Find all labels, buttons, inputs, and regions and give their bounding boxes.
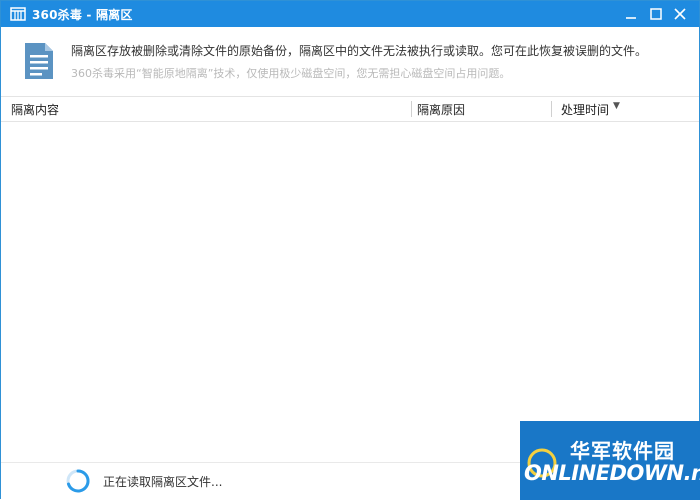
column-divider[interactable] bbox=[411, 101, 412, 117]
info-description: 隔离区存放被删除或清除文件的原始备份，隔离区中的文件无法被执行或读取。您可在此恢… bbox=[71, 44, 648, 58]
quarantine-list[interactable] bbox=[1, 122, 699, 462]
quarantine-window: 360杀毒 - 隔离区 隔离区存放被删除或清除文件的原始备份，隔离区中的文件无法… bbox=[0, 0, 700, 500]
close-icon[interactable] bbox=[671, 5, 689, 23]
window-title: 360杀毒 - 隔离区 bbox=[32, 8, 133, 22]
quarantine-box-icon bbox=[10, 7, 26, 21]
loading-spinner-icon bbox=[66, 469, 90, 493]
column-header-reason[interactable]: 隔离原因 bbox=[417, 101, 465, 118]
table-header: 隔离内容 隔离原因 处理时间 ▼ bbox=[1, 96, 699, 122]
watermark-en-text: ONLINEDOWN.net bbox=[524, 461, 700, 485]
title-bar[interactable]: 360杀毒 - 隔离区 bbox=[1, 1, 699, 27]
column-divider[interactable] bbox=[551, 101, 552, 117]
info-note: 360杀毒采用“智能原地隔离”技术，仅使用极少磁盘空间，您无需担心磁盘空间占用问… bbox=[71, 67, 511, 80]
status-text: 正在读取隔离区文件... bbox=[103, 475, 223, 489]
minimize-icon[interactable] bbox=[622, 5, 640, 23]
watermark-logo: 华军软件园 ONLINEDOWN.net bbox=[520, 421, 700, 500]
info-panel: 隔离区存放被删除或清除文件的原始备份，隔离区中的文件无法被执行或读取。您可在此恢… bbox=[1, 27, 699, 95]
column-header-content[interactable]: 隔离内容 bbox=[11, 101, 59, 118]
document-icon bbox=[25, 43, 53, 79]
watermark-cn-text: 华军软件园 bbox=[570, 439, 675, 463]
sort-down-icon[interactable]: ▼ bbox=[613, 101, 620, 111]
column-header-time[interactable]: 处理时间 bbox=[561, 101, 609, 118]
maximize-icon[interactable] bbox=[647, 5, 665, 23]
